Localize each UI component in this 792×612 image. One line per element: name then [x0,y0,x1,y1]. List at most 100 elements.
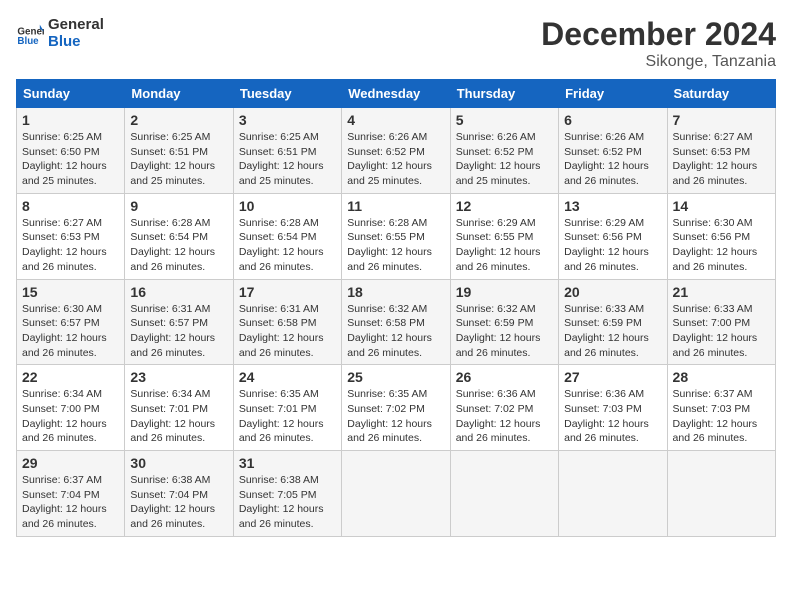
day-number: 1 [22,112,119,128]
day-number: 21 [673,284,770,300]
calendar-header-friday: Friday [559,80,667,108]
calendar-cell: 23 Sunrise: 6:34 AMSunset: 7:01 PMDaylig… [125,365,233,451]
day-info: Sunrise: 6:31 AMSunset: 6:58 PMDaylight:… [239,302,336,361]
calendar-header-thursday: Thursday [450,80,558,108]
calendar-cell: 4 Sunrise: 6:26 AMSunset: 6:52 PMDayligh… [342,108,450,194]
calendar-cell: 18 Sunrise: 6:32 AMSunset: 6:58 PMDaylig… [342,279,450,365]
day-info: Sunrise: 6:34 AMSunset: 7:01 PMDaylight:… [130,387,227,446]
day-info: Sunrise: 6:32 AMSunset: 6:58 PMDaylight:… [347,302,444,361]
day-number: 18 [347,284,444,300]
calendar-table: SundayMondayTuesdayWednesdayThursdayFrid… [16,79,776,537]
calendar-header-saturday: Saturday [667,80,775,108]
calendar-cell: 15 Sunrise: 6:30 AMSunset: 6:57 PMDaylig… [17,279,125,365]
calendar-cell: 24 Sunrise: 6:35 AMSunset: 7:01 PMDaylig… [233,365,341,451]
calendar-week-row: 22 Sunrise: 6:34 AMSunset: 7:00 PMDaylig… [17,365,776,451]
day-number: 10 [239,198,336,214]
day-info: Sunrise: 6:26 AMSunset: 6:52 PMDaylight:… [564,130,661,189]
day-number: 5 [456,112,553,128]
calendar-cell: 17 Sunrise: 6:31 AMSunset: 6:58 PMDaylig… [233,279,341,365]
page-title: December 2024 [541,16,776,53]
calendar-header-tuesday: Tuesday [233,80,341,108]
logo-blue: Blue [48,33,104,50]
page-subtitle: Sikonge, Tanzania [541,53,776,71]
day-info: Sunrise: 6:25 AMSunset: 6:51 PMDaylight:… [239,130,336,189]
day-info: Sunrise: 6:26 AMSunset: 6:52 PMDaylight:… [347,130,444,189]
day-number: 12 [456,198,553,214]
day-info: Sunrise: 6:38 AMSunset: 7:04 PMDaylight:… [130,473,227,532]
day-number: 20 [564,284,661,300]
svg-text:Blue: Blue [17,36,39,47]
day-info: Sunrise: 6:28 AMSunset: 6:54 PMDaylight:… [130,216,227,275]
day-info: Sunrise: 6:28 AMSunset: 6:55 PMDaylight:… [347,216,444,275]
logo-icon: General Blue [16,19,44,47]
day-info: Sunrise: 6:27 AMSunset: 6:53 PMDaylight:… [673,130,770,189]
day-info: Sunrise: 6:29 AMSunset: 6:55 PMDaylight:… [456,216,553,275]
calendar-cell [667,451,775,537]
calendar-cell: 3 Sunrise: 6:25 AMSunset: 6:51 PMDayligh… [233,108,341,194]
calendar-cell: 20 Sunrise: 6:33 AMSunset: 6:59 PMDaylig… [559,279,667,365]
day-number: 8 [22,198,119,214]
calendar-cell: 16 Sunrise: 6:31 AMSunset: 6:57 PMDaylig… [125,279,233,365]
day-number: 31 [239,455,336,471]
day-number: 17 [239,284,336,300]
day-info: Sunrise: 6:25 AMSunset: 6:50 PMDaylight:… [22,130,119,189]
calendar-cell: 25 Sunrise: 6:35 AMSunset: 7:02 PMDaylig… [342,365,450,451]
calendar-cell [450,451,558,537]
day-info: Sunrise: 6:26 AMSunset: 6:52 PMDaylight:… [456,130,553,189]
day-number: 25 [347,369,444,385]
calendar-week-row: 8 Sunrise: 6:27 AMSunset: 6:53 PMDayligh… [17,193,776,279]
calendar-cell: 14 Sunrise: 6:30 AMSunset: 6:56 PMDaylig… [667,193,775,279]
calendar-cell: 8 Sunrise: 6:27 AMSunset: 6:53 PMDayligh… [17,193,125,279]
day-info: Sunrise: 6:30 AMSunset: 6:57 PMDaylight:… [22,302,119,361]
day-number: 30 [130,455,227,471]
day-number: 13 [564,198,661,214]
day-number: 3 [239,112,336,128]
calendar-cell: 13 Sunrise: 6:29 AMSunset: 6:56 PMDaylig… [559,193,667,279]
calendar-week-row: 29 Sunrise: 6:37 AMSunset: 7:04 PMDaylig… [17,451,776,537]
calendar-header-wednesday: Wednesday [342,80,450,108]
day-number: 6 [564,112,661,128]
calendar-cell: 2 Sunrise: 6:25 AMSunset: 6:51 PMDayligh… [125,108,233,194]
day-info: Sunrise: 6:28 AMSunset: 6:54 PMDaylight:… [239,216,336,275]
calendar-cell: 31 Sunrise: 6:38 AMSunset: 7:05 PMDaylig… [233,451,341,537]
logo: General Blue General Blue [16,16,104,50]
day-info: Sunrise: 6:27 AMSunset: 6:53 PMDaylight:… [22,216,119,275]
day-info: Sunrise: 6:31 AMSunset: 6:57 PMDaylight:… [130,302,227,361]
calendar-cell: 29 Sunrise: 6:37 AMSunset: 7:04 PMDaylig… [17,451,125,537]
day-info: Sunrise: 6:30 AMSunset: 6:56 PMDaylight:… [673,216,770,275]
day-info: Sunrise: 6:36 AMSunset: 7:03 PMDaylight:… [564,387,661,446]
calendar-cell: 9 Sunrise: 6:28 AMSunset: 6:54 PMDayligh… [125,193,233,279]
calendar-cell: 1 Sunrise: 6:25 AMSunset: 6:50 PMDayligh… [17,108,125,194]
logo-general: General [48,16,104,33]
day-number: 11 [347,198,444,214]
day-info: Sunrise: 6:34 AMSunset: 7:00 PMDaylight:… [22,387,119,446]
calendar-header-row: SundayMondayTuesdayWednesdayThursdayFrid… [17,80,776,108]
day-info: Sunrise: 6:37 AMSunset: 7:03 PMDaylight:… [673,387,770,446]
calendar-cell: 10 Sunrise: 6:28 AMSunset: 6:54 PMDaylig… [233,193,341,279]
day-info: Sunrise: 6:37 AMSunset: 7:04 PMDaylight:… [22,473,119,532]
title-area: December 2024 Sikonge, Tanzania [541,16,776,71]
calendar-header-monday: Monday [125,80,233,108]
calendar-cell: 26 Sunrise: 6:36 AMSunset: 7:02 PMDaylig… [450,365,558,451]
day-number: 19 [456,284,553,300]
calendar-cell: 12 Sunrise: 6:29 AMSunset: 6:55 PMDaylig… [450,193,558,279]
day-info: Sunrise: 6:38 AMSunset: 7:05 PMDaylight:… [239,473,336,532]
calendar-cell: 22 Sunrise: 6:34 AMSunset: 7:00 PMDaylig… [17,365,125,451]
calendar-cell: 19 Sunrise: 6:32 AMSunset: 6:59 PMDaylig… [450,279,558,365]
calendar-week-row: 15 Sunrise: 6:30 AMSunset: 6:57 PMDaylig… [17,279,776,365]
day-info: Sunrise: 6:33 AMSunset: 7:00 PMDaylight:… [673,302,770,361]
day-info: Sunrise: 6:35 AMSunset: 7:01 PMDaylight:… [239,387,336,446]
calendar-cell [559,451,667,537]
calendar-week-row: 1 Sunrise: 6:25 AMSunset: 6:50 PMDayligh… [17,108,776,194]
calendar-cell: 30 Sunrise: 6:38 AMSunset: 7:04 PMDaylig… [125,451,233,537]
day-number: 14 [673,198,770,214]
calendar-body: 1 Sunrise: 6:25 AMSunset: 6:50 PMDayligh… [17,108,776,537]
day-number: 24 [239,369,336,385]
day-number: 7 [673,112,770,128]
calendar-header-sunday: Sunday [17,80,125,108]
day-info: Sunrise: 6:25 AMSunset: 6:51 PMDaylight:… [130,130,227,189]
day-number: 26 [456,369,553,385]
calendar-cell: 28 Sunrise: 6:37 AMSunset: 7:03 PMDaylig… [667,365,775,451]
day-number: 2 [130,112,227,128]
day-info: Sunrise: 6:32 AMSunset: 6:59 PMDaylight:… [456,302,553,361]
